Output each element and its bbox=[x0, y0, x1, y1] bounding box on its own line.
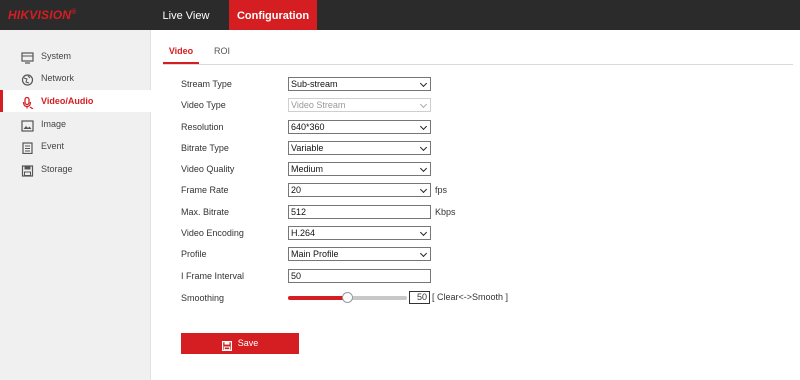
stream-type-label: Stream Type bbox=[181, 79, 232, 89]
max-bitrate-unit: Kbps bbox=[435, 207, 456, 217]
max-bitrate-input[interactable]: 512 bbox=[288, 205, 431, 219]
video-encoding-label: Video Encoding bbox=[181, 228, 244, 238]
tab-divider bbox=[163, 64, 793, 65]
save-button[interactable]: Save bbox=[181, 333, 299, 354]
bitrate-type-label: Bitrate Type bbox=[181, 143, 229, 153]
brand-logo: HIKVISION® bbox=[8, 8, 77, 22]
tab-video[interactable]: Video bbox=[163, 40, 199, 64]
sidebar-item-label: Network bbox=[41, 73, 75, 83]
monitor-icon bbox=[21, 50, 34, 64]
sidebar-item-network[interactable]: Network bbox=[0, 67, 151, 89]
nav-configuration[interactable]: Configuration bbox=[229, 0, 317, 30]
video-type-select: Video Stream bbox=[288, 98, 431, 112]
sidebar-item-system[interactable]: System bbox=[0, 45, 151, 67]
image-icon bbox=[21, 118, 34, 132]
smoothing-label: Smoothing bbox=[181, 293, 225, 303]
frame-rate-label: Frame Rate bbox=[181, 185, 229, 195]
save-icon bbox=[221, 338, 232, 351]
video-type-label: Video Type bbox=[181, 100, 226, 110]
sidebar-item-storage[interactable]: Storage bbox=[0, 158, 151, 180]
smoothing-slider[interactable] bbox=[288, 292, 407, 303]
i-frame-interval-label: I Frame Interval bbox=[181, 271, 245, 281]
calendar-icon bbox=[21, 140, 34, 155]
bitrate-type-select[interactable]: Variable bbox=[288, 141, 431, 155]
sidebar-item-event[interactable]: Event bbox=[0, 135, 151, 157]
smoothing-hint: [ Clear<->Smooth ] bbox=[432, 292, 509, 302]
smoothing-slider-handle[interactable] bbox=[341, 292, 353, 303]
video-quality-label: Video Quality bbox=[181, 164, 235, 174]
save-label: Save bbox=[237, 338, 259, 348]
video-encoding-select[interactable]: H.264 bbox=[288, 226, 431, 240]
stream-type-select[interactable]: Sub-stream bbox=[288, 77, 431, 91]
nav-live-view[interactable]: Live View bbox=[150, 0, 222, 30]
profile-label: Profile bbox=[181, 249, 207, 259]
resolution-label: Resolution bbox=[181, 122, 224, 132]
globe-icon bbox=[21, 72, 34, 86]
disk-icon bbox=[21, 163, 34, 177]
sidebar: System Network Video/Audio Image Event S… bbox=[0, 30, 151, 380]
sidebar-item-label: System bbox=[41, 51, 72, 61]
sidebar-item-image[interactable]: Image bbox=[0, 113, 151, 135]
sidebar-item-label: Image bbox=[41, 119, 67, 129]
i-frame-interval-input[interactable]: 50 bbox=[288, 269, 431, 283]
resolution-select[interactable]: 640*360 bbox=[288, 120, 431, 134]
smoothing-slider-fill bbox=[288, 296, 348, 300]
microphone-icon bbox=[21, 95, 34, 110]
frame-rate-unit: fps bbox=[435, 185, 448, 195]
sidebar-item-label: Video/Audio bbox=[41, 96, 94, 106]
sidebar-item-video-audio[interactable]: Video/Audio bbox=[0, 90, 151, 112]
top-bar: HIKVISION® Live View Configuration bbox=[0, 0, 800, 30]
smoothing-value-input[interactable]: 50 bbox=[409, 291, 430, 304]
sidebar-item-label: Storage bbox=[41, 164, 73, 174]
profile-select[interactable]: Main Profile bbox=[288, 247, 431, 261]
video-quality-select[interactable]: Medium bbox=[288, 162, 431, 176]
frame-rate-select[interactable]: 20 bbox=[288, 183, 431, 197]
tab-roi[interactable]: ROI bbox=[208, 40, 236, 64]
max-bitrate-label: Max. Bitrate bbox=[181, 207, 230, 217]
sidebar-item-label: Event bbox=[41, 141, 65, 151]
